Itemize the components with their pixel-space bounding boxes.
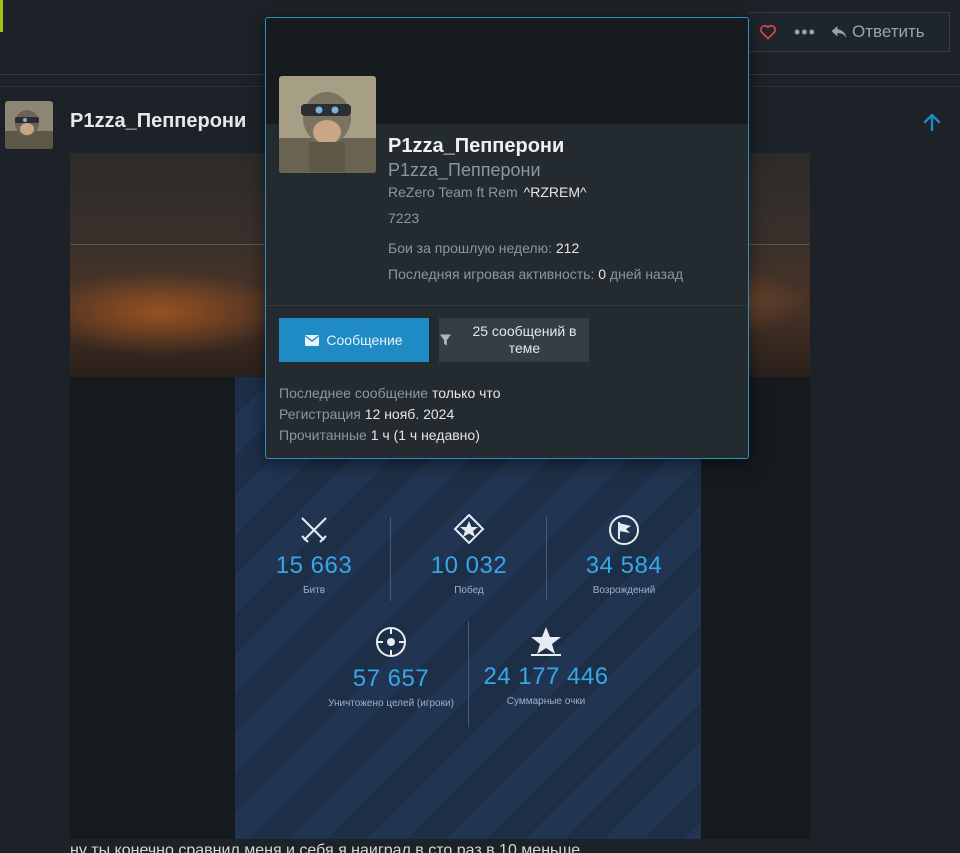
message-button-label: Сообщение (326, 332, 403, 348)
reply-button[interactable]: Ответить (830, 22, 925, 42)
more-options-icon[interactable]: ••• (794, 23, 815, 41)
stat-value: 34 584 (585, 552, 663, 579)
read-value: 1 ч (1 ч недавно) (370, 427, 480, 443)
team-name: ReZero Team ft Rem (388, 184, 518, 200)
stat-label: Суммарные очки (506, 696, 586, 707)
stat-label: Битв (302, 585, 326, 596)
post-text: ну ты конечно сравнил меня и себя я наиг… (70, 842, 581, 853)
member-tooltip: P1zza_Пепперони P1zza_Пепперони ReZero T… (265, 17, 749, 459)
stat-value: 24 177 446 (483, 663, 609, 690)
message-button[interactable]: Сообщение (279, 318, 429, 362)
registration-info: Регистрация 12 нояб. 2024 (279, 406, 454, 422)
last-activity: Последняя игровая активность: 0 дней наз… (388, 266, 683, 282)
avatar[interactable] (5, 101, 53, 149)
registration-label: Регистрация (279, 406, 361, 422)
weekly-battles-value: 212 (555, 240, 580, 256)
heart-icon[interactable] (758, 22, 778, 42)
last-activity-suffix: дней назад (609, 266, 684, 282)
member-username: P1zza_Пепперони (388, 160, 541, 180)
member-name[interactable]: P1zza_Пепперони (388, 135, 564, 158)
member-team: ReZero Team ft Rem ^RZREM^ (388, 184, 587, 200)
flag-icon (609, 515, 639, 545)
read-label: Прочитанные (279, 427, 367, 443)
stat-total-score: 24 177 446 Суммарные очки (475, 625, 617, 708)
member-id: 7223 (388, 210, 420, 226)
registration-value: 12 нояб. 2024 (364, 406, 455, 422)
stat-victories: 10 032 Побед (406, 514, 532, 597)
stat-label: Побед (454, 585, 484, 596)
arrow-up-icon[interactable] (922, 112, 942, 132)
thread-posts-button[interactable]: 25 сообщений в теме (439, 318, 589, 362)
team-tag: ^RZREM^ (523, 184, 587, 200)
read-info: Прочитанные 1 ч (1 ч недавно) (279, 427, 480, 443)
stat-kills: 57 657 Уничтожено целей (игроки) (328, 625, 454, 710)
crossed-swords-icon (301, 517, 327, 543)
stat-label: Уничтожено целей (игроки) (328, 698, 454, 709)
last-message-info: Последнее сообщение только что (279, 385, 500, 401)
thread-posts-label: 25 сообщений в теме (472, 323, 577, 356)
last-message-label: Последнее сообщение (279, 385, 429, 401)
stat-value: 10 032 (430, 552, 508, 579)
weekly-battles-label: Бои за прошлую неделю: (388, 240, 552, 256)
post-author[interactable]: P1zza_Пепперони (70, 110, 246, 133)
last-activity-label: Последняя игровая активность: (388, 266, 595, 282)
avatar[interactable] (279, 76, 376, 173)
filter-icon (439, 334, 452, 346)
accent-bar (0, 0, 3, 32)
envelope-icon (305, 334, 320, 346)
weekly-battles: Бои за прошлую неделю: 212 (388, 240, 579, 256)
stars-icon (531, 627, 561, 656)
stat-respawns: 34 584 Возрождений (561, 514, 687, 597)
target-icon (376, 627, 406, 657)
post-actions: ••• Ответить (748, 12, 950, 52)
reply-icon (831, 26, 847, 38)
stat-value: 57 657 (352, 665, 430, 692)
victory-star-icon (453, 514, 485, 545)
last-activity-value: 0 (598, 266, 607, 282)
stat-value: 15 663 (275, 552, 353, 579)
reply-label: Ответить (852, 22, 925, 41)
stat-battles: 15 663 Битв (251, 514, 377, 597)
stat-label: Возрождений (592, 585, 656, 596)
last-message-value: только что (431, 385, 501, 401)
